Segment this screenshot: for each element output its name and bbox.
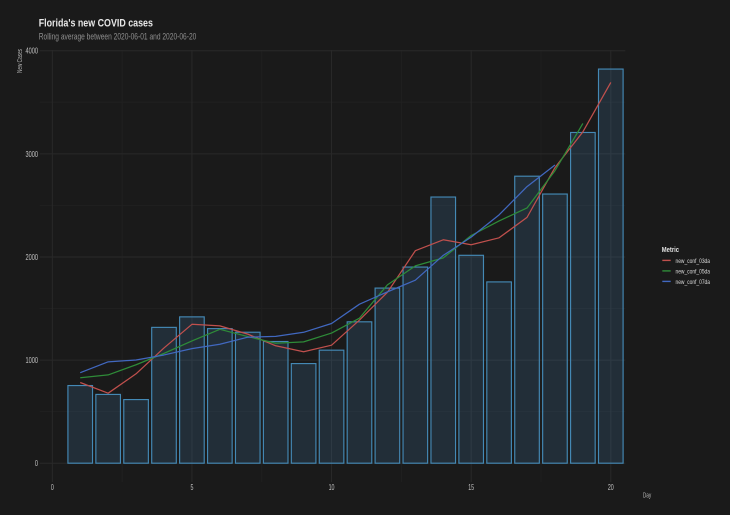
svg-text:0: 0	[51, 484, 54, 492]
svg-text:3000: 3000	[26, 151, 39, 159]
svg-text:new_conf_07da: new_conf_07da	[676, 279, 711, 286]
svg-text:10: 10	[329, 484, 335, 492]
svg-text:2000: 2000	[26, 254, 39, 262]
svg-text:new_conf_03da: new_conf_03da	[676, 258, 711, 265]
svg-text:20: 20	[608, 484, 614, 492]
svg-text:0: 0	[35, 460, 38, 468]
svg-text:Metric: Metric	[662, 246, 679, 254]
svg-text:Florida's new COVID cases: Florida's new COVID cases	[39, 17, 154, 29]
svg-text:Rolling average between 2020-0: Rolling average between 2020-06-01 and 2…	[39, 31, 197, 41]
svg-text:15: 15	[468, 484, 474, 492]
svg-text:new_conf_05da: new_conf_05da	[676, 269, 711, 276]
svg-text:1000: 1000	[26, 357, 39, 365]
svg-text:4000: 4000	[26, 48, 39, 56]
svg-text:Day: Day	[643, 491, 652, 499]
svg-text:5: 5	[190, 484, 193, 492]
svg-text:New Cases: New Cases	[16, 49, 24, 73]
